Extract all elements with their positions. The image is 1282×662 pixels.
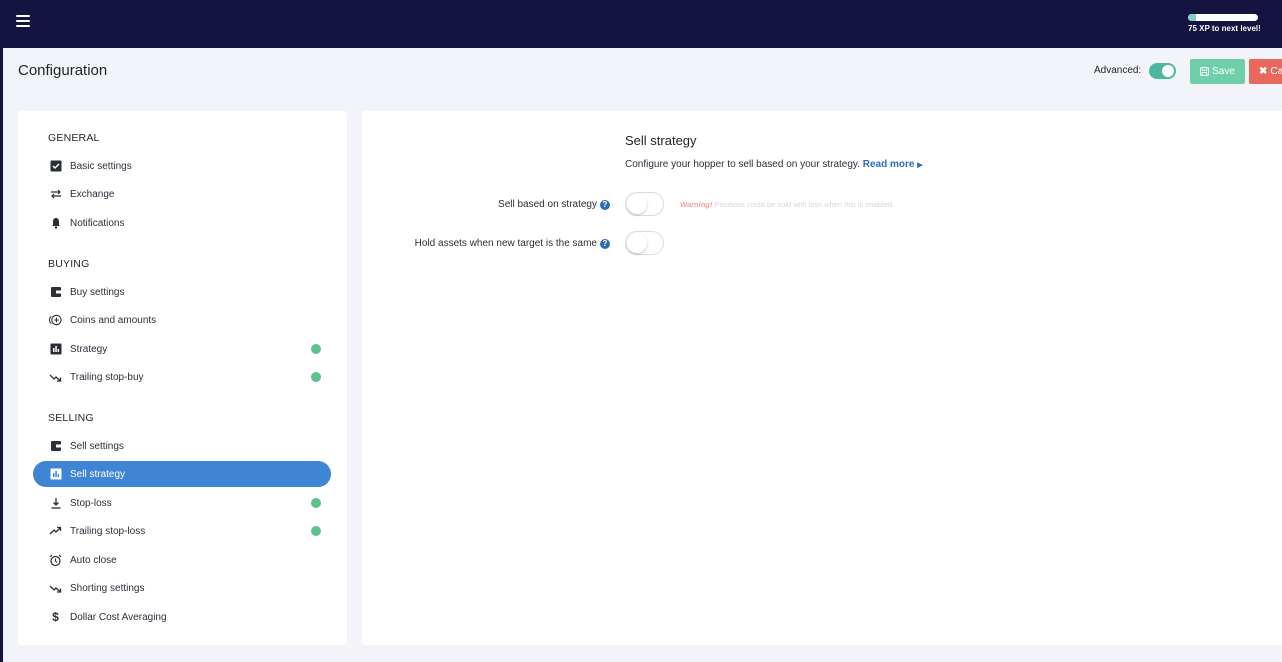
sidebar-item-label: Strategy xyxy=(70,343,108,355)
trending-up-icon xyxy=(49,525,62,538)
setting-label-text: Sell based on strategy xyxy=(498,199,597,210)
status-dot xyxy=(311,372,321,382)
toggle-knob xyxy=(627,233,647,253)
sidebar-item-sell-strategy[interactable]: Sell strategy xyxy=(33,461,331,487)
caret-right-icon: ▶ xyxy=(917,162,923,169)
sidebar-item-label: Stop-loss xyxy=(70,497,112,509)
hold-assets-toggle[interactable] xyxy=(625,231,664,255)
trending-down-icon xyxy=(49,371,62,384)
floppy-disk-icon xyxy=(1200,67,1210,76)
setting-label-hold-assets: Hold assets when new target is the same … xyxy=(415,238,610,249)
sidebar-item-label: Trailing stop-buy xyxy=(70,371,144,383)
cancel-button[interactable]: ✖ Ca xyxy=(1249,59,1282,84)
sidebar-item-coins-and-amounts[interactable]: Coins and amounts xyxy=(33,307,331,333)
wallet-icon xyxy=(49,440,62,453)
alarm-clock-icon xyxy=(49,554,62,567)
sidebar-item-exchange[interactable]: Exchange xyxy=(33,181,331,207)
xp-text: 75 XP to next level! xyxy=(1188,24,1261,33)
cancel-label: Ca xyxy=(1270,66,1282,77)
sidebar-item-label: Auto close xyxy=(70,554,117,566)
warning-message: Warning! Positions could be sold with lo… xyxy=(680,200,894,209)
xp-progress: 75 XP to next level! xyxy=(1188,14,1261,33)
swap-arrows-icon xyxy=(49,188,62,201)
download-icon xyxy=(49,497,62,510)
help-icon[interactable]: ? xyxy=(600,238,610,249)
page-title: Configuration xyxy=(18,62,108,79)
trending-down-icon xyxy=(49,582,62,595)
sidebar-item-label: Buy settings xyxy=(70,286,125,298)
warning-text: Positions could be sold with loss when t… xyxy=(714,200,895,209)
sidebar-item-label: Notifications xyxy=(70,217,125,229)
sidebar-item-label: Exchange xyxy=(70,188,115,200)
wallet-icon xyxy=(49,286,62,299)
setting-label-sell-based-on-strategy: Sell based on strategy ? xyxy=(498,199,610,210)
top-navbar: 75 XP to next level! xyxy=(0,0,1282,48)
read-more-label: Read more xyxy=(862,159,915,170)
sidebar-item-label: Coins and amounts xyxy=(70,314,157,326)
checkbox-icon xyxy=(49,160,62,173)
help-icon[interactable]: ? xyxy=(600,199,610,210)
sidebar-item-trailing-stop-buy[interactable]: Trailing stop-buy xyxy=(33,364,331,390)
description-text: Configure your hopper to sell based on y… xyxy=(625,159,860,170)
warning-prefix: Warning! xyxy=(680,200,713,209)
left-edge xyxy=(0,48,3,662)
sidebar-item-strategy[interactable]: Strategy xyxy=(33,336,331,362)
bell-icon xyxy=(49,217,62,230)
sidebar-item-auto-close[interactable]: Auto close xyxy=(33,547,331,573)
toggle-knob xyxy=(627,194,647,214)
xp-progress-bar xyxy=(1188,14,1258,21)
close-icon: ✖ xyxy=(1259,66,1268,77)
section-description: Configure your hopper to sell based on y… xyxy=(625,159,923,170)
main-panel: Sell strategy Configure your hopper to s… xyxy=(362,111,1282,645)
read-more-link[interactable]: Read more ▶ xyxy=(863,159,923,170)
section-general: GENERAL xyxy=(48,132,100,144)
sidebar-item-stop-loss[interactable]: Stop-loss xyxy=(33,490,331,516)
sidebar-item-sell-settings[interactable]: Sell settings xyxy=(33,433,331,459)
bar-chart-icon xyxy=(49,468,62,481)
status-dot xyxy=(311,498,321,508)
toggle-knob xyxy=(1162,65,1174,77)
sidebar-item-trailing-stop-loss[interactable]: Trailing stop-loss xyxy=(33,518,331,544)
sidebar-item-notifications[interactable]: Notifications xyxy=(33,210,331,236)
section-selling: SELLING xyxy=(48,412,94,424)
hamburger-icon[interactable] xyxy=(16,15,30,29)
sidebar-item-label: Basic settings xyxy=(70,160,132,172)
sidebar-item-basic-settings[interactable]: Basic settings xyxy=(33,153,331,179)
sidebar-item-buy-settings[interactable]: Buy settings xyxy=(33,279,331,305)
advanced-toggle[interactable] xyxy=(1149,63,1176,79)
coins-plus-icon xyxy=(49,314,62,327)
sidebar-item-dollar-cost-averaging[interactable]: $ Dollar Cost Averaging xyxy=(33,604,331,630)
status-dot xyxy=(311,526,321,536)
sell-based-on-strategy-toggle[interactable] xyxy=(625,192,664,216)
save-button[interactable]: Save xyxy=(1190,59,1245,84)
section-buying: BUYING xyxy=(48,258,90,270)
sidebar-item-label: Trailing stop-loss xyxy=(70,525,146,537)
xp-progress-fill xyxy=(1188,14,1197,21)
bar-chart-icon xyxy=(49,343,62,356)
sidebar-item-shorting-settings[interactable]: Shorting settings xyxy=(33,575,331,601)
status-dot xyxy=(311,344,321,354)
sidebar-item-label: Dollar Cost Averaging xyxy=(70,611,167,623)
sidebar-item-label: Shorting settings xyxy=(70,582,145,594)
section-title: Sell strategy xyxy=(625,133,697,148)
settings-sidebar: GENERAL Basic settings Exchange Notifica… xyxy=(18,111,347,645)
sidebar-item-label: Sell strategy xyxy=(70,468,126,480)
advanced-label: Advanced: xyxy=(1094,65,1142,76)
sidebar-item-label: Sell settings xyxy=(70,440,124,452)
save-label: Save xyxy=(1212,66,1235,77)
setting-label-text: Hold assets when new target is the same xyxy=(414,238,597,249)
dollar-icon: $ xyxy=(52,610,59,624)
